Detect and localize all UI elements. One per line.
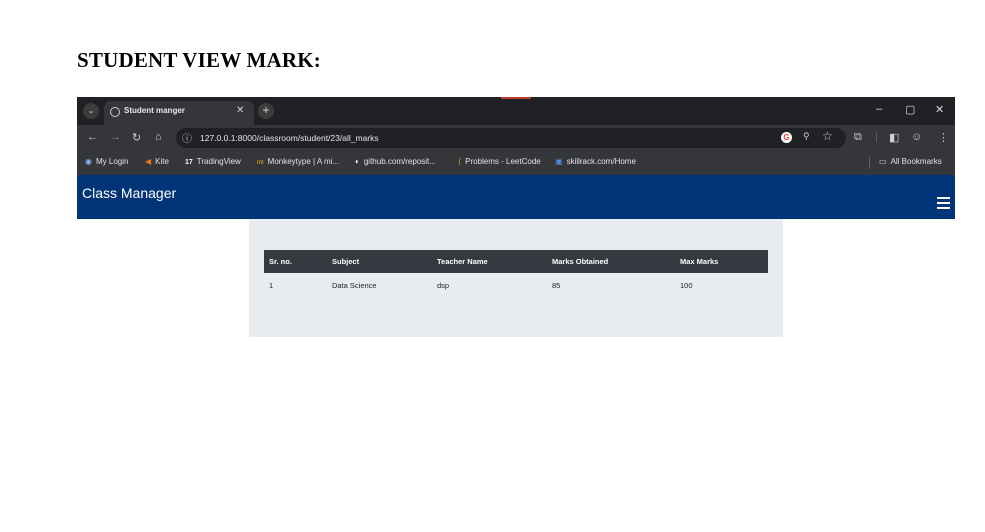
bookmark-item[interactable]: ◐ github.com/reposit...: [355, 157, 436, 166]
bookmark-label: github.com/reposit...: [363, 157, 436, 166]
bookmark-label: skillrack.com/Home: [566, 157, 636, 166]
marks-panel: Sr. no. Subject Teacher Name Marks Obtai…: [249, 219, 783, 337]
bookmark-item[interactable]: 17 TradingView: [185, 157, 241, 166]
table-cell: dsp: [437, 280, 450, 290]
tab-close-icon[interactable]: ✕: [236, 105, 244, 116]
bookmark-label: Kite: [155, 157, 169, 166]
bookmark-item[interactable]: ◀ Kite: [145, 157, 169, 166]
forward-arrow-icon[interactable]: →: [110, 131, 121, 143]
app-navbar: Class Manager: [77, 175, 955, 219]
bookmark-item[interactable]: mt Monkeytype | A mi...: [257, 157, 339, 166]
recording-indicator: [501, 97, 531, 99]
skillrack-icon: ▣: [555, 157, 563, 166]
tradingview-icon: 17: [185, 159, 193, 166]
leetcode-icon: ⟨: [458, 157, 462, 166]
hamburger-menu-icon[interactable]: [937, 197, 950, 212]
tab-search-button[interactable]: ⌄: [83, 103, 99, 119]
table-cell: 85: [552, 280, 561, 290]
bookmark-label: TradingView: [196, 157, 241, 166]
globe-icon: [110, 107, 120, 117]
side-panel-icon[interactable]: ◧: [889, 131, 899, 144]
table-header-row: Sr. no. Subject Teacher Name Marks Obtai…: [264, 250, 768, 273]
table-cell: Data Science: [332, 280, 377, 290]
all-bookmarks-label: All Bookmarks: [890, 157, 942, 166]
marks-table: Sr. no. Subject Teacher Name Marks Obtai…: [264, 250, 768, 297]
back-arrow-icon[interactable]: ←: [87, 131, 98, 143]
minimize-icon[interactable]: –: [876, 103, 882, 115]
bookmark-item[interactable]: ⟨ Problems - LeetCode: [458, 157, 541, 166]
new-tab-button[interactable]: +: [258, 103, 274, 119]
tab-title: Student manger: [124, 106, 185, 115]
site-info-icon[interactable]: ⓘ: [182, 130, 192, 145]
bookmark-label: Problems - LeetCode: [465, 157, 541, 166]
tab-strip: ⌄ Student manger ✕ + – ▢ ✕: [77, 97, 955, 125]
column-header: Sr. no.: [264, 250, 327, 273]
extensions-icon[interactable]: ⧉: [854, 131, 862, 144]
browser-tab[interactable]: Student manger ✕: [104, 101, 254, 125]
profile-avatar-icon[interactable]: ☺: [911, 131, 922, 143]
folder-icon: ▭: [879, 157, 887, 166]
address-bar[interactable]: ⓘ 127.0.0.1:8000/classroom/student/23/al…: [176, 128, 846, 148]
table-cell: 1: [269, 280, 274, 290]
column-header: Marks Obtained: [547, 250, 675, 273]
toolbar-divider: |: [875, 131, 878, 143]
browser-menu-icon[interactable]: ⋮: [938, 131, 949, 144]
table-row: 1 Data Science dsp 85 100: [264, 273, 768, 297]
zoom-icon[interactable]: ⚲: [803, 131, 810, 142]
bookmarks-bar: ◉ My Login ◀ Kite 17 TradingView mt Monkeyty…: [77, 151, 955, 175]
navbar-brand[interactable]: Class Manager: [82, 185, 176, 201]
bookmark-item[interactable]: ◉ My Login: [85, 157, 128, 166]
column-header: Teacher Name: [432, 250, 547, 273]
google-icon[interactable]: G: [781, 132, 792, 143]
table-cell: 100: [680, 280, 693, 290]
bookmarks-divider: [869, 157, 870, 169]
document-title: STUDENT VIEW MARK:: [77, 48, 321, 72]
github-icon: ◐: [355, 157, 360, 166]
column-header: Max Marks: [675, 250, 768, 273]
all-bookmarks-button[interactable]: ▭ All Bookmarks: [879, 157, 942, 166]
bookmark-label: My Login: [95, 157, 129, 166]
reload-icon[interactable]: ↻: [132, 131, 141, 144]
browser-screenshot: ⌄ Student manger ✕ + – ▢ ✕ ← → ↻ ⌂ ⓘ 127…: [77, 97, 955, 337]
restore-icon[interactable]: ▢: [905, 103, 915, 116]
home-icon[interactable]: ⌂: [155, 131, 162, 143]
monkeytype-icon: mt: [257, 160, 264, 166]
browser-toolbar: ← → ↻ ⌂ ⓘ 127.0.0.1:8000/classroom/stude…: [77, 125, 955, 151]
column-header: Subject: [327, 250, 432, 273]
bookmark-label: Monkeytype | A mi...: [267, 157, 340, 166]
bookmark-item[interactable]: ▣ skillrack.com/Home: [555, 157, 636, 166]
bookmark-star-icon[interactable]: ☆: [822, 129, 833, 143]
url-text[interactable]: 127.0.0.1:8000/classroom/student/23/all_…: [200, 133, 379, 143]
login-icon: ◉: [85, 157, 92, 166]
window-close-icon[interactable]: ✕: [935, 103, 944, 116]
kite-icon: ◀: [145, 157, 152, 166]
